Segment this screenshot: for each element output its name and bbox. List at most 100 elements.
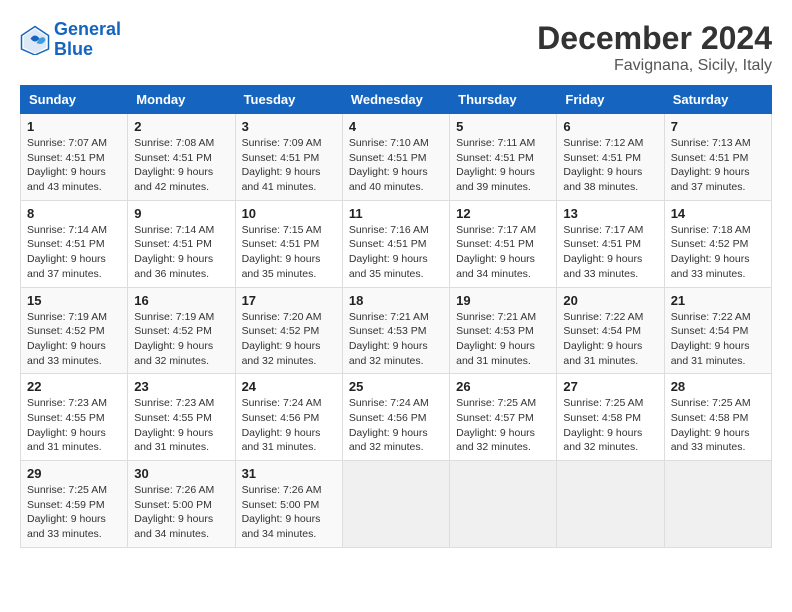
calendar-cell: 31 Sunrise: 7:26 AMSunset: 5:00 PMDaylig… bbox=[235, 461, 342, 548]
day-number: 17 bbox=[242, 293, 336, 308]
day-info: Sunrise: 7:20 AMSunset: 4:52 PMDaylight:… bbox=[242, 311, 322, 367]
location-subtitle: Favignana, Sicily, Italy bbox=[537, 57, 772, 75]
day-info: Sunrise: 7:25 AMSunset: 4:58 PMDaylight:… bbox=[671, 397, 751, 453]
calendar-cell: 24 Sunrise: 7:24 AMSunset: 4:56 PMDaylig… bbox=[235, 374, 342, 461]
weekday-header-sunday: Sunday bbox=[21, 86, 128, 114]
day-info: Sunrise: 7:17 AMSunset: 4:51 PMDaylight:… bbox=[456, 224, 536, 280]
calendar-cell: 27 Sunrise: 7:25 AMSunset: 4:58 PMDaylig… bbox=[557, 374, 664, 461]
day-info: Sunrise: 7:26 AMSunset: 5:00 PMDaylight:… bbox=[134, 484, 214, 540]
day-number: 2 bbox=[134, 119, 228, 134]
day-number: 22 bbox=[27, 379, 121, 394]
day-info: Sunrise: 7:10 AMSunset: 4:51 PMDaylight:… bbox=[349, 137, 429, 193]
calendar-cell: 11 Sunrise: 7:16 AMSunset: 4:51 PMDaylig… bbox=[342, 200, 449, 287]
calendar-cell: 9 Sunrise: 7:14 AMSunset: 4:51 PMDayligh… bbox=[128, 200, 235, 287]
title-area: December 2024 Favignana, Sicily, Italy bbox=[537, 20, 772, 75]
day-number: 8 bbox=[27, 206, 121, 221]
day-info: Sunrise: 7:17 AMSunset: 4:51 PMDaylight:… bbox=[563, 224, 643, 280]
calendar-cell: 18 Sunrise: 7:21 AMSunset: 4:53 PMDaylig… bbox=[342, 287, 449, 374]
day-info: Sunrise: 7:09 AMSunset: 4:51 PMDaylight:… bbox=[242, 137, 322, 193]
day-number: 15 bbox=[27, 293, 121, 308]
calendar-cell: 4 Sunrise: 7:10 AMSunset: 4:51 PMDayligh… bbox=[342, 114, 449, 201]
calendar-table: SundayMondayTuesdayWednesdayThursdayFrid… bbox=[20, 85, 772, 548]
weekday-header-monday: Monday bbox=[128, 86, 235, 114]
weekday-header-thursday: Thursday bbox=[450, 86, 557, 114]
calendar-cell: 15 Sunrise: 7:19 AMSunset: 4:52 PMDaylig… bbox=[21, 287, 128, 374]
day-number: 31 bbox=[242, 466, 336, 481]
day-number: 9 bbox=[134, 206, 228, 221]
calendar-cell: 2 Sunrise: 7:08 AMSunset: 4:51 PMDayligh… bbox=[128, 114, 235, 201]
day-number: 28 bbox=[671, 379, 765, 394]
day-info: Sunrise: 7:14 AMSunset: 4:51 PMDaylight:… bbox=[27, 224, 107, 280]
calendar-cell: 23 Sunrise: 7:23 AMSunset: 4:55 PMDaylig… bbox=[128, 374, 235, 461]
day-number: 3 bbox=[242, 119, 336, 134]
day-number: 24 bbox=[242, 379, 336, 394]
calendar-cell: 29 Sunrise: 7:25 AMSunset: 4:59 PMDaylig… bbox=[21, 461, 128, 548]
calendar-cell: 25 Sunrise: 7:24 AMSunset: 4:56 PMDaylig… bbox=[342, 374, 449, 461]
weekday-header-wednesday: Wednesday bbox=[342, 86, 449, 114]
day-number: 1 bbox=[27, 119, 121, 134]
page-header: General Blue December 2024 Favignana, Si… bbox=[20, 20, 772, 75]
day-number: 19 bbox=[456, 293, 550, 308]
day-info: Sunrise: 7:24 AMSunset: 4:56 PMDaylight:… bbox=[349, 397, 429, 453]
weekday-header-friday: Friday bbox=[557, 86, 664, 114]
calendar-cell: 8 Sunrise: 7:14 AMSunset: 4:51 PMDayligh… bbox=[21, 200, 128, 287]
weekday-header-row: SundayMondayTuesdayWednesdayThursdayFrid… bbox=[21, 86, 772, 114]
day-info: Sunrise: 7:25 AMSunset: 4:58 PMDaylight:… bbox=[563, 397, 643, 453]
day-number: 23 bbox=[134, 379, 228, 394]
day-info: Sunrise: 7:23 AMSunset: 4:55 PMDaylight:… bbox=[134, 397, 214, 453]
calendar-cell: 22 Sunrise: 7:23 AMSunset: 4:55 PMDaylig… bbox=[21, 374, 128, 461]
calendar-cell: 16 Sunrise: 7:19 AMSunset: 4:52 PMDaylig… bbox=[128, 287, 235, 374]
calendar-cell bbox=[664, 461, 771, 548]
day-info: Sunrise: 7:11 AMSunset: 4:51 PMDaylight:… bbox=[456, 137, 535, 193]
day-info: Sunrise: 7:24 AMSunset: 4:56 PMDaylight:… bbox=[242, 397, 322, 453]
calendar-cell: 26 Sunrise: 7:25 AMSunset: 4:57 PMDaylig… bbox=[450, 374, 557, 461]
calendar-cell: 13 Sunrise: 7:17 AMSunset: 4:51 PMDaylig… bbox=[557, 200, 664, 287]
calendar-cell bbox=[342, 461, 449, 548]
day-number: 27 bbox=[563, 379, 657, 394]
calendar-cell: 20 Sunrise: 7:22 AMSunset: 4:54 PMDaylig… bbox=[557, 287, 664, 374]
weekday-header-tuesday: Tuesday bbox=[235, 86, 342, 114]
day-info: Sunrise: 7:18 AMSunset: 4:52 PMDaylight:… bbox=[671, 224, 751, 280]
month-title: December 2024 bbox=[537, 20, 772, 57]
day-info: Sunrise: 7:26 AMSunset: 5:00 PMDaylight:… bbox=[242, 484, 322, 540]
day-info: Sunrise: 7:22 AMSunset: 4:54 PMDaylight:… bbox=[563, 311, 643, 367]
day-info: Sunrise: 7:21 AMSunset: 4:53 PMDaylight:… bbox=[456, 311, 536, 367]
day-number: 7 bbox=[671, 119, 765, 134]
day-info: Sunrise: 7:12 AMSunset: 4:51 PMDaylight:… bbox=[563, 137, 643, 193]
day-number: 4 bbox=[349, 119, 443, 134]
day-number: 21 bbox=[671, 293, 765, 308]
day-info: Sunrise: 7:15 AMSunset: 4:51 PMDaylight:… bbox=[242, 224, 322, 280]
day-info: Sunrise: 7:25 AMSunset: 4:59 PMDaylight:… bbox=[27, 484, 107, 540]
day-info: Sunrise: 7:21 AMSunset: 4:53 PMDaylight:… bbox=[349, 311, 429, 367]
day-info: Sunrise: 7:25 AMSunset: 4:57 PMDaylight:… bbox=[456, 397, 536, 453]
calendar-cell: 17 Sunrise: 7:20 AMSunset: 4:52 PMDaylig… bbox=[235, 287, 342, 374]
day-number: 13 bbox=[563, 206, 657, 221]
day-info: Sunrise: 7:08 AMSunset: 4:51 PMDaylight:… bbox=[134, 137, 214, 193]
calendar-cell bbox=[557, 461, 664, 548]
logo-text: General Blue bbox=[54, 20, 121, 60]
day-info: Sunrise: 7:19 AMSunset: 4:52 PMDaylight:… bbox=[134, 311, 214, 367]
day-number: 10 bbox=[242, 206, 336, 221]
calendar-cell: 7 Sunrise: 7:13 AMSunset: 4:51 PMDayligh… bbox=[664, 114, 771, 201]
day-number: 25 bbox=[349, 379, 443, 394]
calendar-cell: 19 Sunrise: 7:21 AMSunset: 4:53 PMDaylig… bbox=[450, 287, 557, 374]
week-row-5: 29 Sunrise: 7:25 AMSunset: 4:59 PMDaylig… bbox=[21, 461, 772, 548]
day-number: 14 bbox=[671, 206, 765, 221]
day-info: Sunrise: 7:23 AMSunset: 4:55 PMDaylight:… bbox=[27, 397, 107, 453]
day-number: 16 bbox=[134, 293, 228, 308]
day-info: Sunrise: 7:14 AMSunset: 4:51 PMDaylight:… bbox=[134, 224, 214, 280]
day-info: Sunrise: 7:22 AMSunset: 4:54 PMDaylight:… bbox=[671, 311, 751, 367]
weekday-header-saturday: Saturday bbox=[664, 86, 771, 114]
week-row-2: 8 Sunrise: 7:14 AMSunset: 4:51 PMDayligh… bbox=[21, 200, 772, 287]
day-info: Sunrise: 7:13 AMSunset: 4:51 PMDaylight:… bbox=[671, 137, 751, 193]
calendar-cell: 21 Sunrise: 7:22 AMSunset: 4:54 PMDaylig… bbox=[664, 287, 771, 374]
day-number: 5 bbox=[456, 119, 550, 134]
calendar-cell: 30 Sunrise: 7:26 AMSunset: 5:00 PMDaylig… bbox=[128, 461, 235, 548]
week-row-4: 22 Sunrise: 7:23 AMSunset: 4:55 PMDaylig… bbox=[21, 374, 772, 461]
calendar-cell: 28 Sunrise: 7:25 AMSunset: 4:58 PMDaylig… bbox=[664, 374, 771, 461]
calendar-cell: 3 Sunrise: 7:09 AMSunset: 4:51 PMDayligh… bbox=[235, 114, 342, 201]
calendar-cell: 12 Sunrise: 7:17 AMSunset: 4:51 PMDaylig… bbox=[450, 200, 557, 287]
calendar-cell: 10 Sunrise: 7:15 AMSunset: 4:51 PMDaylig… bbox=[235, 200, 342, 287]
logo-icon bbox=[20, 25, 50, 55]
day-number: 18 bbox=[349, 293, 443, 308]
